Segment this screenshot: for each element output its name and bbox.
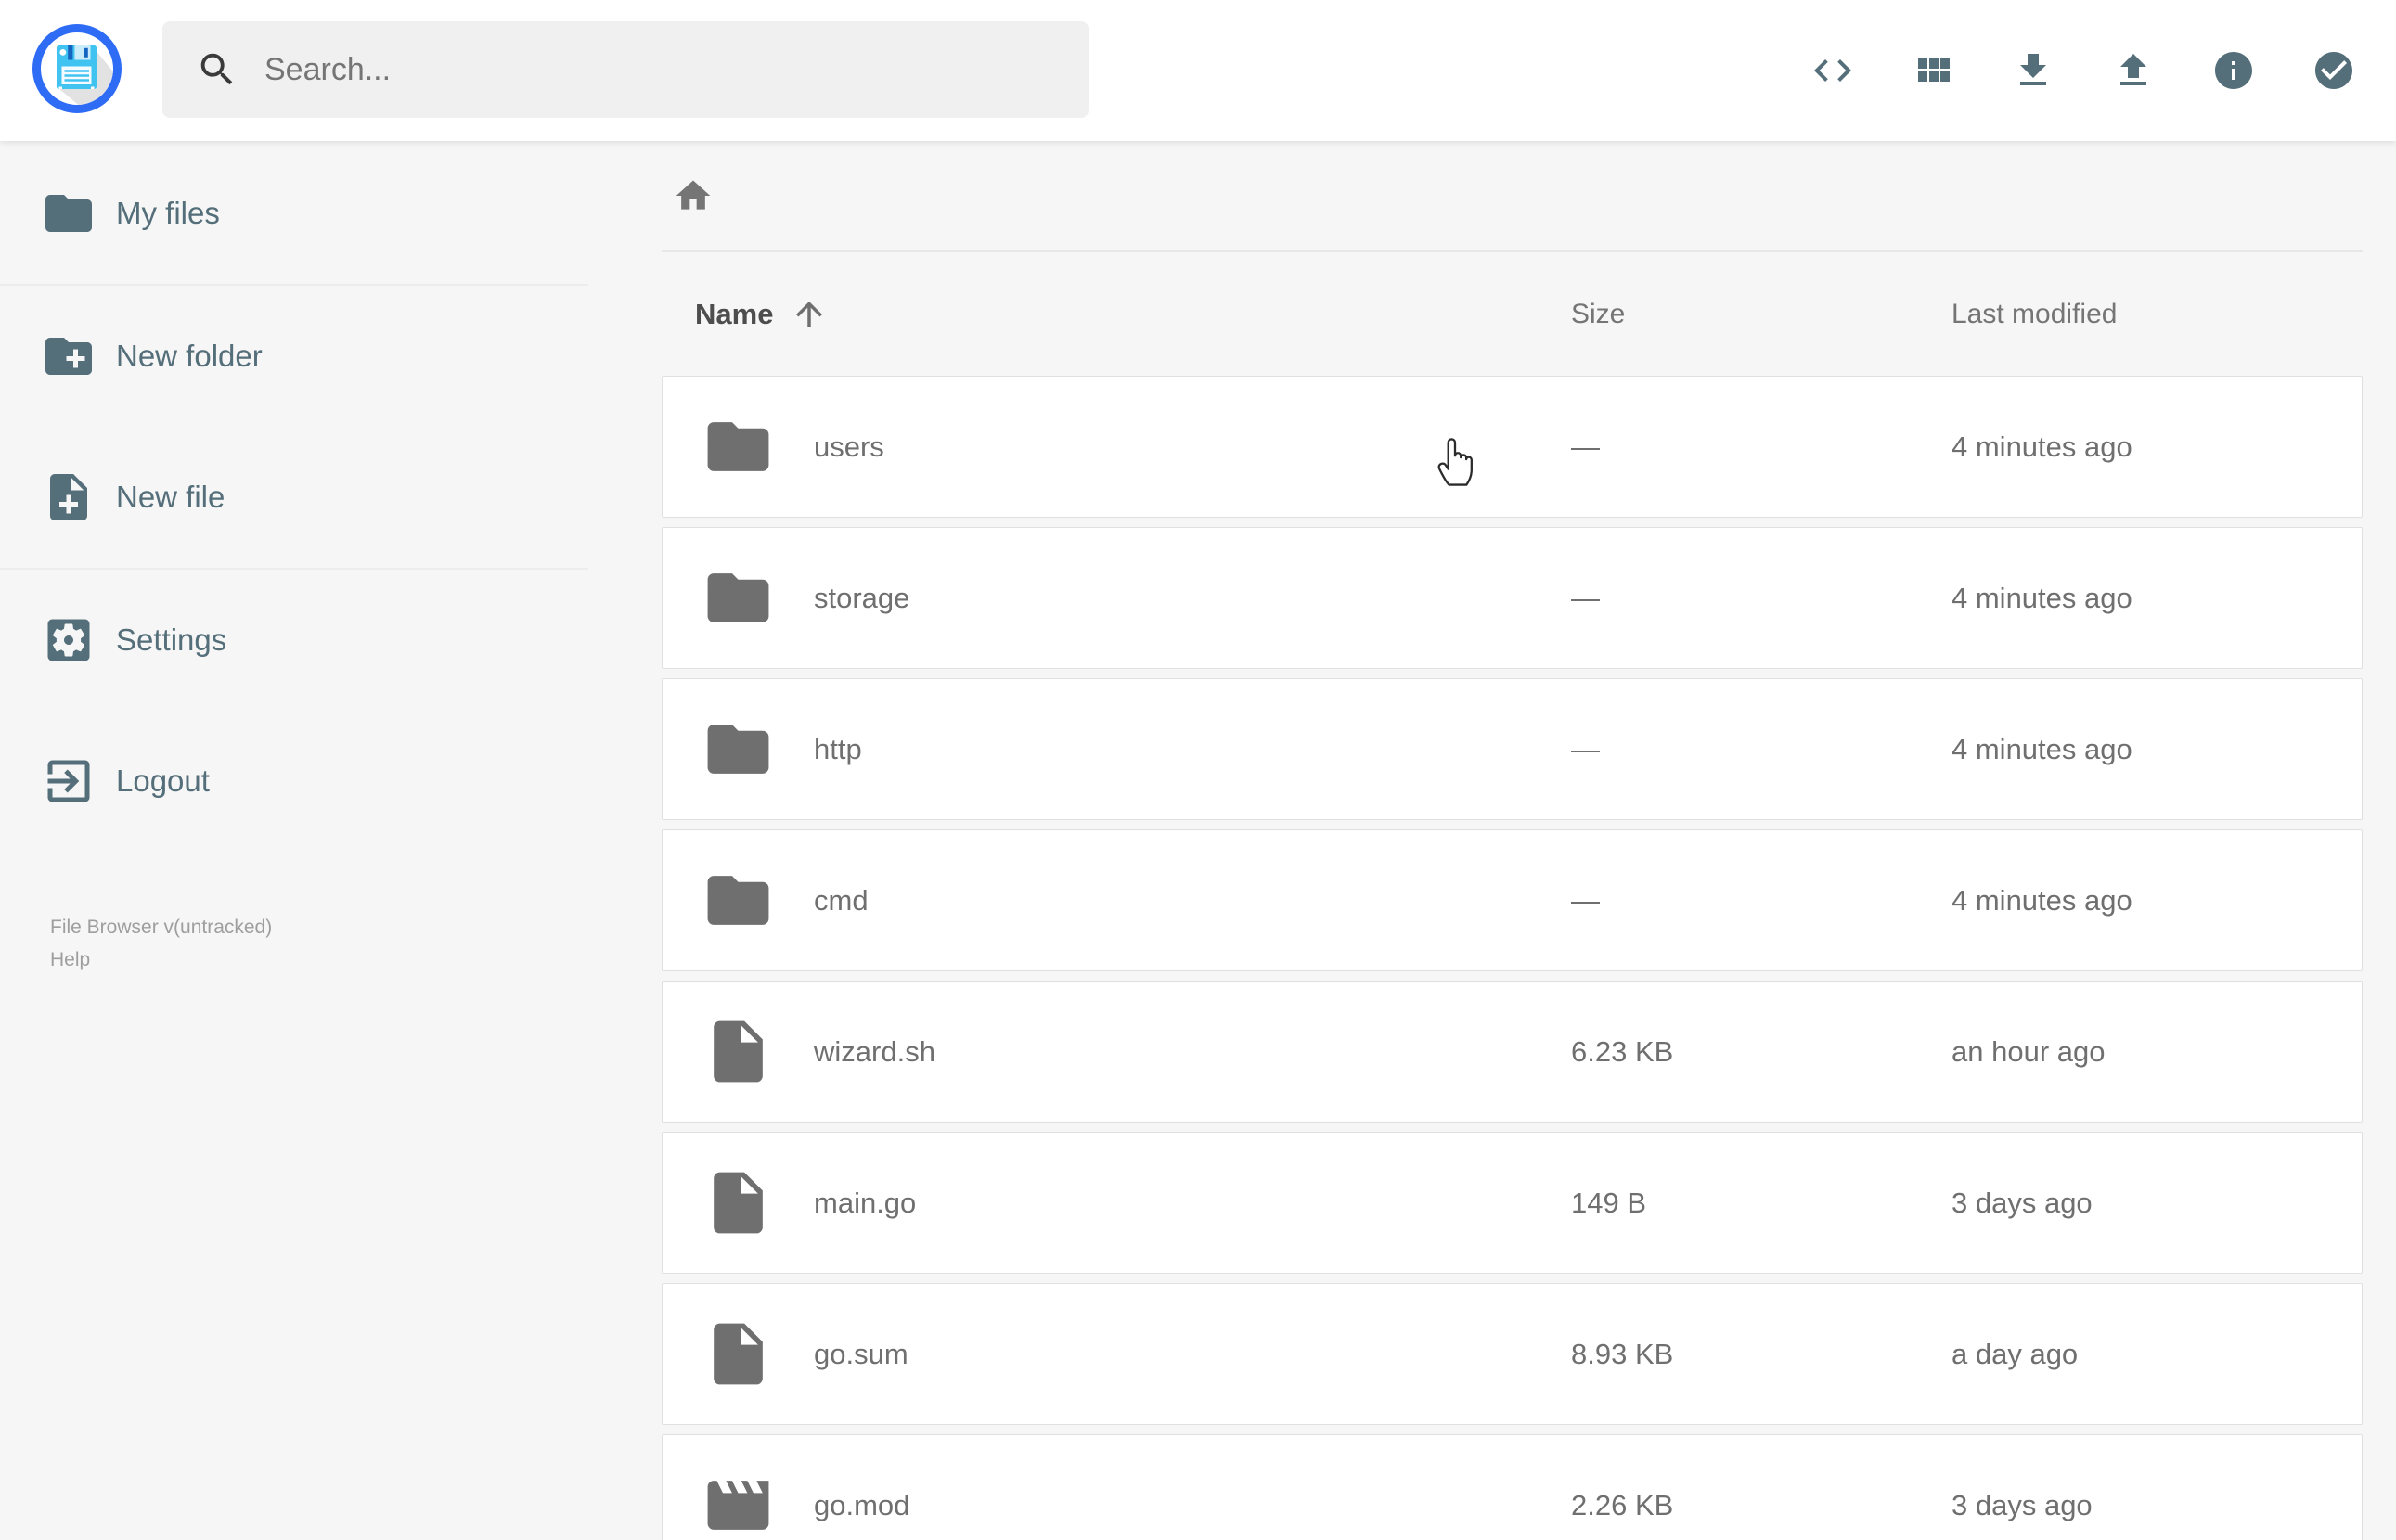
select-multiple-button[interactable]: [2312, 48, 2356, 93]
sidebar-item-label: Settings: [116, 622, 227, 657]
upload-icon: [2120, 54, 2146, 85]
file-name: wizard.sh: [814, 1034, 935, 1068]
code-icon: [1814, 59, 1851, 82]
search-input[interactable]: [264, 51, 1070, 88]
file-modified: 4 minutes ago: [1952, 883, 2132, 917]
file-name: cmd: [814, 883, 869, 917]
download-icon: [2020, 54, 2046, 85]
grid-view-icon: [1918, 58, 1950, 82]
file-row[interactable]: main.go 149 B 3 days ago: [662, 1132, 2363, 1274]
new-file-icon: [50, 474, 87, 520]
info-icon: [2215, 52, 2252, 89]
file-icon: [714, 1323, 763, 1385]
search-bar[interactable]: [162, 21, 1089, 118]
file-row[interactable]: cmd — 4 minutes ago: [662, 829, 2363, 971]
filebrowser-logo-icon: [32, 24, 122, 113]
file-row[interactable]: go.sum 8.93 KB a day ago: [662, 1283, 2363, 1425]
sidebar-item-my-files[interactable]: My files: [0, 143, 588, 284]
file-modified: an hour ago: [1952, 1034, 2106, 1068]
top-bar: [0, 0, 2396, 141]
file-size: 2.26 KB: [1571, 1488, 1674, 1521]
column-header-name[interactable]: Name: [695, 252, 829, 376]
folder-icon: [707, 725, 769, 774]
column-header-name-label: Name: [695, 297, 774, 330]
sidebar: My files New folder New file Settings Lo…: [0, 141, 588, 976]
file-row[interactable]: go.mod 2.26 KB 3 days ago: [662, 1434, 2363, 1540]
file-size: 6.23 KB: [1571, 1034, 1674, 1068]
file-listing: users — 4 minutes ago storage — 4 minute…: [662, 376, 2363, 1540]
file-name: users: [814, 430, 884, 463]
sidebar-item-label: New folder: [116, 339, 263, 373]
breadcrumb-home-button[interactable]: [673, 175, 714, 216]
logout-icon: [47, 760, 90, 802]
arrow-upward-icon: [796, 301, 823, 327]
file-modified: 4 minutes ago: [1952, 430, 2132, 463]
sidebar-item-label: My files: [116, 196, 220, 230]
search-icon: [200, 53, 233, 85]
column-header-modified-label: Last modified: [1952, 298, 2118, 329]
switch-view-button[interactable]: [1911, 48, 1955, 93]
file-modified: 3 days ago: [1952, 1186, 2093, 1219]
file-name: storage: [814, 581, 910, 614]
file-name: go.mod: [814, 1488, 910, 1521]
file-size: —: [1571, 883, 1600, 917]
sidebar-item-settings[interactable]: Settings: [0, 570, 588, 711]
file-row[interactable]: storage — 4 minutes ago: [662, 527, 2363, 669]
create-new-folder-icon: [45, 338, 92, 375]
file-name: http: [814, 732, 862, 765]
file-size: —: [1571, 430, 1600, 463]
file-size: —: [1571, 581, 1600, 614]
app-version-text: File Browser v(untracked): [50, 917, 273, 938]
download-button[interactable]: [2011, 48, 2055, 93]
raw-view-button[interactable]: [1810, 48, 1855, 93]
file-row[interactable]: wizard.sh 6.23 KB an hour ago: [662, 981, 2363, 1123]
file-icon: [714, 1172, 763, 1234]
file-modified: 3 days ago: [1952, 1488, 2093, 1521]
help-link[interactable]: Help: [50, 943, 90, 976]
sidebar-item-logout[interactable]: Logout: [0, 711, 588, 852]
column-header-modified[interactable]: Last modified: [1952, 252, 2117, 376]
file-name: main.go: [814, 1186, 917, 1219]
breadcrumb: [588, 141, 2396, 250]
file-size: 8.93 KB: [1571, 1337, 1674, 1370]
file-size: 149 B: [1571, 1186, 1647, 1219]
file-row[interactable]: http — 4 minutes ago: [662, 678, 2363, 820]
column-header-size[interactable]: Size: [1571, 252, 1625, 376]
folder-icon: [707, 876, 769, 925]
header-actions: [1810, 0, 2356, 141]
sidebar-footer: File Browser v(untracked) Help: [0, 911, 588, 976]
sidebar-item-new-folder[interactable]: New folder: [0, 286, 588, 427]
sidebar-item-label: New file: [116, 480, 225, 514]
file-modified: 4 minutes ago: [1952, 732, 2132, 765]
folder-icon: [45, 195, 92, 232]
folder-icon: [707, 573, 769, 622]
upload-button[interactable]: [2111, 48, 2156, 93]
check-circle-icon: [2315, 52, 2352, 89]
listing-header: Name Size Last modified: [588, 252, 2396, 376]
file-row[interactable]: users — 4 minutes ago: [662, 376, 2363, 518]
file-size: —: [1571, 732, 1600, 765]
file-modified: 4 minutes ago: [1952, 581, 2132, 614]
movie-icon: [707, 1481, 769, 1530]
file-icon: [714, 1020, 763, 1083]
info-button[interactable]: [2211, 48, 2256, 93]
column-header-size-label: Size: [1571, 298, 1626, 329]
home-icon: [676, 180, 711, 210]
settings-icon: [47, 619, 90, 661]
main-content: Name Size Last modified users — 4 minute…: [588, 141, 2396, 1540]
file-modified: a day ago: [1952, 1337, 2079, 1370]
folder-icon: [707, 422, 769, 471]
sidebar-item-new-file[interactable]: New file: [0, 427, 588, 568]
sidebar-item-label: Logout: [116, 764, 210, 798]
file-name: go.sum: [814, 1337, 908, 1370]
